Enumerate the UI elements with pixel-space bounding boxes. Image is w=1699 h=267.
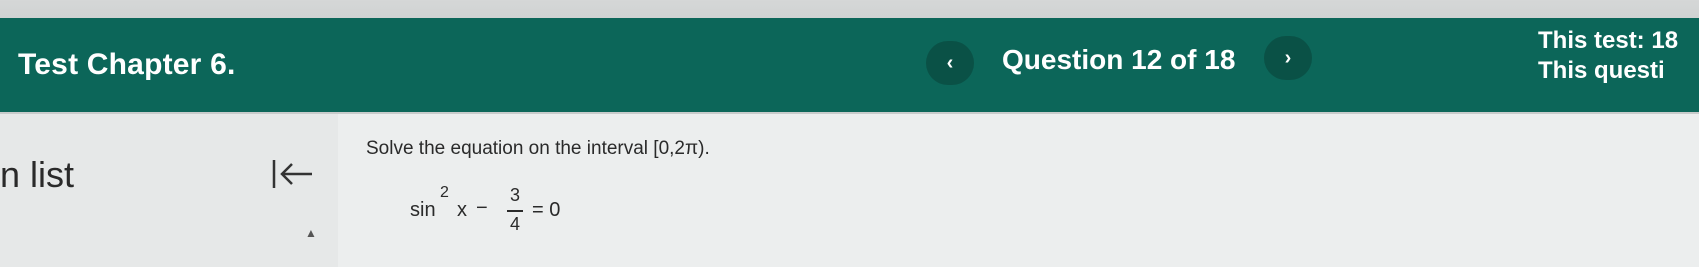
fraction-numerator: 3 <box>510 185 521 205</box>
question-panel: Solve the equation on the interval [0,2π… <box>338 114 1699 267</box>
previous-question-button[interactable]: ‹ <box>926 41 974 85</box>
question-prompt: Solve the equation on the interval [0,2π… <box>366 138 710 159</box>
fraction-bar <box>507 210 523 212</box>
chevron-right-icon: › <box>1284 46 1292 69</box>
fraction-denominator: 4 <box>510 214 521 234</box>
collapse-question-list-button[interactable] <box>268 152 320 196</box>
scroll-up-arrow[interactable]: ▲ <box>305 226 317 240</box>
chevron-left-icon: ‹ <box>946 51 954 74</box>
question-list-panel: n list ▲ <box>0 114 338 267</box>
equation-equals: = 0 <box>532 199 561 221</box>
question-counter: Question 12 of 18 <box>1002 44 1236 75</box>
question-list-label: n list <box>0 154 75 195</box>
next-question-button[interactable]: › <box>1264 36 1312 80</box>
test-info: This test: 18 This questi <box>1538 26 1678 86</box>
equation-function: sin <box>410 199 436 221</box>
this-question-score: This questi <box>1538 57 1665 84</box>
equation-minus: − <box>476 197 488 219</box>
test-header: Test Chapter 6. ‹ Question 12 of 18 › Th… <box>0 18 1699 112</box>
top-strip <box>0 0 1699 20</box>
equation-exponent: 2 <box>440 184 449 201</box>
collapse-left-icon <box>272 160 312 188</box>
equation-variable: x <box>457 199 467 221</box>
test-title: Test Chapter 6. <box>18 48 236 81</box>
this-test-score: This test: 18 <box>1538 27 1679 54</box>
